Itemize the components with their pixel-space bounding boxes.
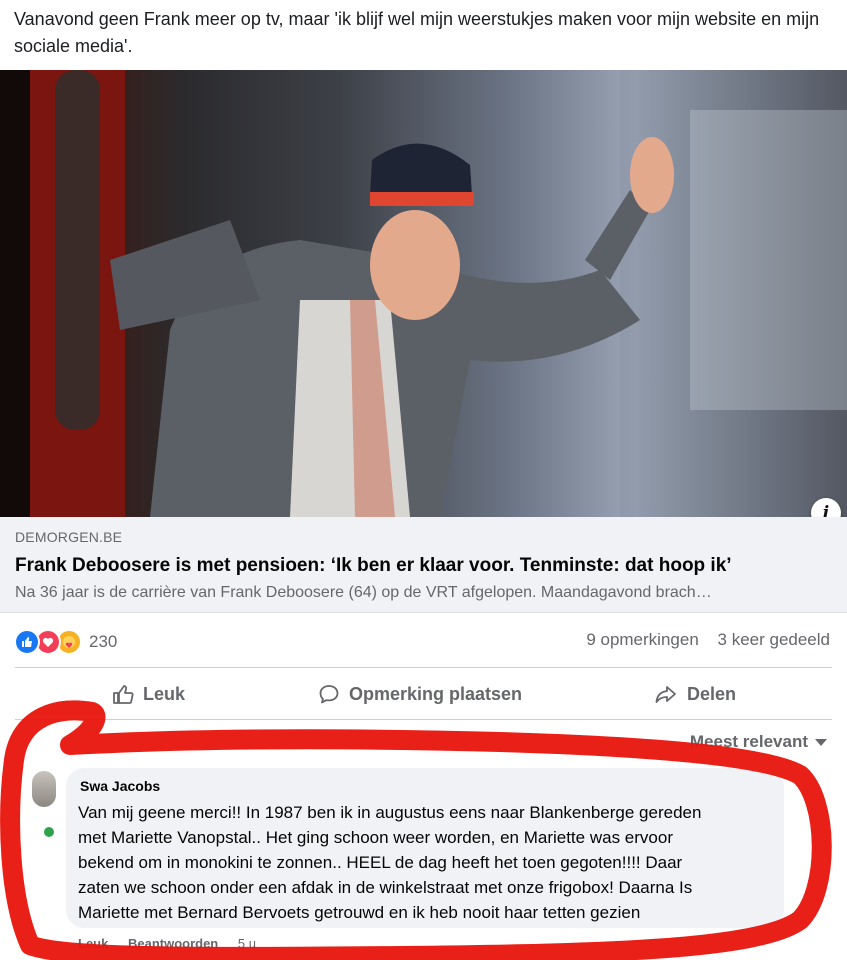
link-domain: DEMORGEN.BE xyxy=(15,529,123,545)
post-text: Vanavond geen Frank meer op tv, maar 'ik… xyxy=(14,9,820,56)
divider xyxy=(15,667,832,668)
comment-label: Opmerking plaatsen xyxy=(349,683,523,704)
share-arrow-icon xyxy=(655,686,676,703)
comment-sort-dropdown[interactable]: Meest relevant xyxy=(690,732,827,752)
link-preview-card[interactable]: DEMORGEN.BE Frank Deboosere is met pensi… xyxy=(0,517,847,613)
caret-down-icon xyxy=(815,738,827,746)
link-description: Na 36 jaar is de carrière van Frank Debo… xyxy=(15,584,712,601)
comment-text: Van mij geene merci!! In 1987 ben ik in … xyxy=(78,800,778,925)
waving-hand xyxy=(630,137,674,213)
comment-reply-link[interactable]: Beantwoorden xyxy=(128,936,218,951)
door-window xyxy=(55,70,100,430)
comment-bubble: Swa Jacobs Van mij geene merci!! In 1987… xyxy=(66,768,784,928)
post-stats: 9 opmerkingen 3 keer gedeeld xyxy=(572,630,830,650)
comment-line: bekend om in monokini te zonnen.. HEEL d… xyxy=(78,853,683,872)
divider xyxy=(15,719,832,720)
share-count-link[interactable]: 3 keer gedeeld xyxy=(718,630,830,649)
share-label: Delen xyxy=(687,683,737,704)
comment-author[interactable]: Swa Jacobs xyxy=(80,778,160,794)
like-reaction-icon xyxy=(14,629,40,655)
speech-bubble-icon xyxy=(319,685,339,704)
avatar[interactable] xyxy=(32,771,56,807)
reaction-summary[interactable]: 230 xyxy=(14,629,117,655)
link-preview-photo[interactable] xyxy=(0,70,847,517)
like-label: Leuk xyxy=(143,683,186,704)
like-button[interactable]: Leuk xyxy=(112,683,185,705)
comment-button[interactable]: Opmerking plaatsen xyxy=(318,683,522,705)
sort-label: Meest relevant xyxy=(689,732,808,751)
face xyxy=(370,210,460,320)
comment-line: met Mariette Vanopstal.. Het ging schoon… xyxy=(78,828,673,847)
link-title[interactable]: Frank Deboosere is met pensioen: ‘Ik ben… xyxy=(15,555,732,577)
comment-count-link[interactable]: 9 opmerkingen xyxy=(586,630,698,649)
share-button[interactable]: Delen xyxy=(654,683,736,705)
comment-timestamp[interactable]: 5 u xyxy=(238,936,256,951)
comment-line: zaten we schoon onder een afdak in de wi… xyxy=(78,878,693,897)
photo-illustration xyxy=(0,70,847,517)
comment-line: Mariette met Bernard Bervoets getrouwd e… xyxy=(78,903,641,922)
cap xyxy=(370,143,472,195)
cap-band xyxy=(370,192,474,206)
comment-like-link[interactable]: Leuk xyxy=(78,936,108,951)
comment-actions: Leuk Beantwoorden 5 u xyxy=(78,936,272,951)
comment-line: Van mij geene merci!! In 1987 ben ik in … xyxy=(78,803,702,822)
thumbs-up-icon xyxy=(113,685,134,704)
online-status-dot xyxy=(42,825,56,839)
reaction-count: 230 xyxy=(89,632,118,651)
